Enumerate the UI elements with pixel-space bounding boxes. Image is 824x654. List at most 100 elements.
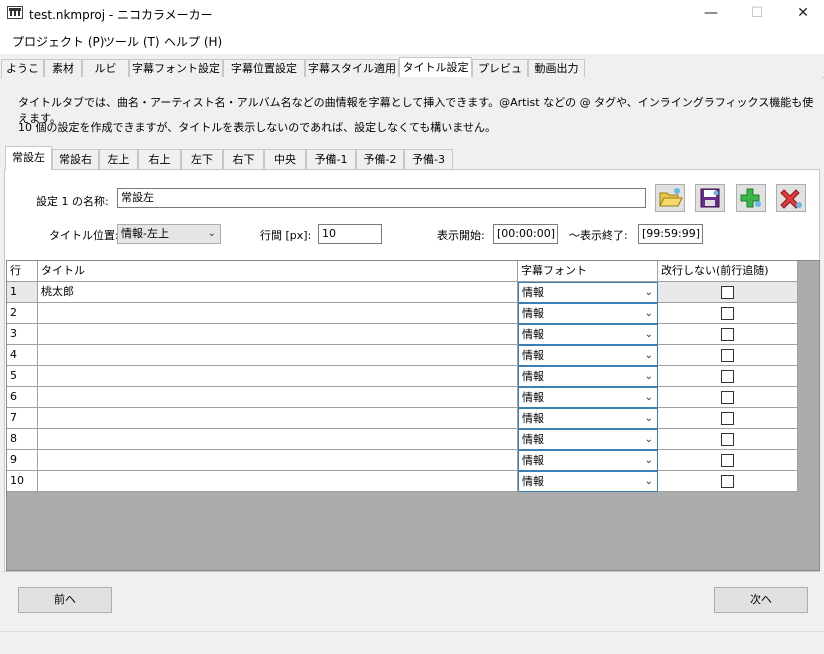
position-select[interactable]: 情報-左上 ⌄ [117,224,221,244]
font-select[interactable]: 情報 ⌄ [518,366,658,387]
no-break-cell [658,408,798,429]
no-break-checkbox[interactable] [721,370,734,383]
no-break-checkbox[interactable] [721,475,734,488]
font-select-value: 情報 [522,328,544,341]
end-time-input[interactable]: [99:59:99] [638,224,703,244]
table-row: 2 情報 ⌄ [7,303,798,324]
font-select[interactable]: 情報 ⌄ [518,345,658,366]
tab-ruby[interactable]: ルビ [82,59,129,77]
window-title: test.nkmproj - ニコカラメーカー [29,8,213,22]
header-no-break: 改行しない(前行追随) [658,261,798,282]
tab-title-settings[interactable]: タイトル設定 [399,57,472,78]
start-time-input[interactable]: [00:00:00] [493,224,558,244]
tab-welcome[interactable]: ようこそ [1,59,44,92]
subtab-bottom-right[interactable]: 右下 [223,149,264,169]
open-button[interactable] [655,184,685,212]
title-cell[interactable] [38,408,518,429]
table-row: 9 情報 ⌄ [7,450,798,471]
tab-subtitle-position[interactable]: 字幕位置設定 [223,59,305,77]
title-cell[interactable] [38,366,518,387]
prev-button[interactable]: 前へ [18,587,112,613]
maximize-button[interactable]: ☐ [734,0,780,26]
no-break-checkbox[interactable] [721,454,734,467]
font-select-value: 情報 [522,391,544,404]
no-break-cell [658,282,798,303]
close-button[interactable]: ✕ [780,0,824,26]
no-break-cell [658,471,798,492]
title-cell[interactable] [38,324,518,345]
font-select[interactable]: 情報 ⌄ [518,303,658,324]
header-font: 字幕フォント [518,261,658,282]
no-break-checkbox[interactable] [721,286,734,299]
tab-materials[interactable]: 素材 [44,59,82,77]
title-cell[interactable] [38,450,518,471]
tab-video-output[interactable]: 動画出力 [528,59,585,77]
tab-subtitle-style[interactable]: 字幕スタイル適用 [305,59,399,77]
position-select-value: 情報-左上 [121,227,169,240]
title-cell[interactable] [38,387,518,408]
font-select[interactable]: 情報 ⌄ [518,450,658,471]
no-break-checkbox[interactable] [721,328,734,341]
font-select-value: 情報 [522,307,544,320]
no-break-cell [658,429,798,450]
no-break-checkbox[interactable] [721,307,734,320]
no-break-cell [658,324,798,345]
subtab-bottom-left[interactable]: 左下 [181,149,223,169]
row-number: 5 [7,366,38,387]
font-select[interactable]: 情報 ⌄ [518,408,658,429]
subtab-spare-3[interactable]: 予備-3 [404,149,453,169]
tab-subtitle-font[interactable]: 字幕フォント設定 [129,59,223,77]
font-select[interactable]: 情報 ⌄ [518,471,658,492]
chevron-down-icon: ⌄ [207,228,216,239]
no-break-checkbox[interactable] [721,433,734,446]
table-row: 1 桃太郎 情報 ⌄ [7,282,798,303]
title-cell[interactable] [38,345,518,366]
line-spacing-input[interactable]: 10 [318,224,382,244]
title-cell[interactable]: 桃太郎 [38,282,518,303]
subtab-top-right[interactable]: 右上 [138,149,181,169]
delete-button[interactable] [776,184,806,212]
font-select[interactable]: 情報 ⌄ [518,324,658,345]
header-row-number: 行 [7,261,38,282]
grid-header: 行 タイトル 字幕フォント 改行しない(前行追随) [7,261,798,282]
no-break-checkbox[interactable] [721,349,734,362]
font-select[interactable]: 情報 ⌄ [518,429,658,450]
subtab-spare-1[interactable]: 予備-1 [306,149,356,169]
title-cell[interactable] [38,303,518,324]
row-number: 3 [7,324,38,345]
subtab-permanent-left[interactable]: 常設左 [5,146,52,170]
font-select[interactable]: 情報 ⌄ [518,387,658,408]
no-break-cell [658,387,798,408]
font-select-value: 情報 [522,433,544,446]
tab-preview[interactable]: プレビュー [472,59,528,92]
save-button[interactable] [695,184,725,212]
row-number: 2 [7,303,38,324]
name-input[interactable]: 常設左 [117,188,646,208]
app-icon [7,6,23,19]
title-cell[interactable] [38,471,518,492]
no-break-checkbox[interactable] [721,391,734,404]
chevron-down-icon: ⌄ [644,287,653,298]
menu-tools[interactable]: ツール (T) [103,33,160,50]
position-label: タイトル位置: [49,229,119,242]
subtab-spare-2[interactable]: 予備-2 [356,149,404,169]
no-break-cell [658,450,798,471]
row-number: 1 [7,282,38,303]
subtab-top-left[interactable]: 左上 [99,149,138,169]
font-select-value: 情報 [522,286,544,299]
title-cell[interactable] [38,429,518,450]
no-break-checkbox[interactable] [721,412,734,425]
menu-help[interactable]: ヘルプ (H) [164,33,222,50]
chevron-down-icon: ⌄ [644,308,653,319]
minimize-button[interactable]: — [688,0,734,26]
no-break-cell [658,345,798,366]
subtab-permanent-right[interactable]: 常設右 [52,149,99,169]
no-break-cell [658,366,798,387]
subtab-center[interactable]: 中央 [264,149,306,169]
name-label: 設定 1 の名称: [36,195,109,208]
menu-project[interactable]: プロジェクト (P) [12,33,104,50]
no-break-cell [658,303,798,324]
font-select[interactable]: 情報 ⌄ [518,282,658,303]
add-button[interactable] [736,184,766,212]
next-button[interactable]: 次へ [714,587,808,613]
